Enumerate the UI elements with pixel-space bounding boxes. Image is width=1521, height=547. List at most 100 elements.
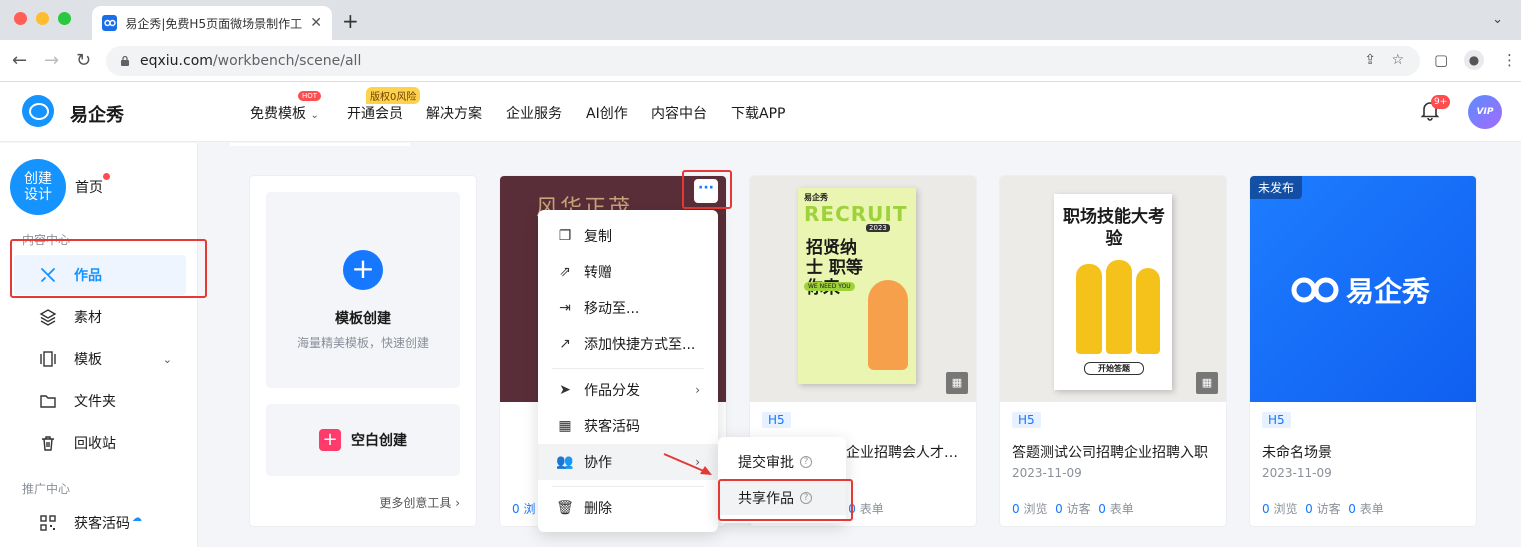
unpublished-badge: 未发布 [1250, 176, 1303, 199]
new-tab-button[interactable]: + [342, 9, 359, 33]
address-bar: ← → ↻ eqxiu.com/workbench/scene/all ⇪ ☆ … [0, 40, 1521, 82]
nav-free-templates[interactable]: 免费模板 ⌄ [250, 103, 319, 123]
nav-enterprise[interactable]: 企业服务 [506, 103, 562, 123]
eqxiu-logo-icon [1291, 277, 1339, 303]
move-folder-icon: ⇥ [559, 300, 571, 316]
work-cover: 职场技能大考验 开始答题 ▦ [1000, 176, 1226, 402]
highlight-share-box [718, 479, 853, 521]
illustration-person [1076, 264, 1102, 354]
menu-item-add-shortcut[interactable]: ↗ 添加快捷方式至... [538, 326, 718, 362]
section-promotion-center: 推广中心 [22, 482, 71, 496]
browser-tab-bar: 易企秀|免费H5页面微场景制作工 ✕ + ⌄ [0, 0, 1521, 40]
sidebar-item-templates[interactable]: 模板 ⌄ [14, 339, 186, 379]
work-card[interactable]: 职场技能大考验 开始答题 ▦ H5 答题测试公司招聘企业招聘入职 2023-11… [1000, 176, 1226, 526]
reload-icon[interactable]: ↻ [76, 50, 91, 71]
minimize-window-button[interactable] [36, 12, 49, 25]
plus-icon: + [343, 250, 383, 290]
qrcode-icon[interactable]: ▦ [1196, 372, 1218, 394]
create-design-button[interactable]: 创建 设计 [10, 159, 66, 215]
card-date: 2023-11-09 [1012, 466, 1082, 480]
notification-count-badge: 9+ [1431, 95, 1451, 109]
work-cover: 易企秀 RECRUIT 2023 招贤纳士 职等你来 WE NEED YOU ▦ [750, 176, 976, 402]
menu-item-transfer[interactable]: ⇗ 转赠 [538, 254, 718, 290]
url-field[interactable]: eqxiu.com/workbench/scene/all ⇪ ☆ [106, 46, 1420, 76]
highlight-more-box [682, 170, 732, 209]
external-link-icon: ⇗ [559, 264, 571, 280]
work-card[interactable]: 易企秀 未发布 H5 未命名场景 2023-11-09 0 浏览 0 访客 0 … [1250, 176, 1476, 526]
nav-solutions[interactable]: 解决方案 [426, 103, 482, 123]
menu-item-delete[interactable]: 🗑 删除 [538, 490, 718, 526]
template-create-button[interactable]: + 模板创建 海量精美模板，快速创建 [266, 192, 460, 388]
trash-icon: 🗑 [556, 500, 574, 516]
copy-icon: ❐ [558, 228, 572, 244]
plus-icon: + [319, 429, 341, 451]
chevron-right-icon: › [695, 383, 700, 397]
main-content: + 模板创建 海量精美模板，快速创建 + 空白创建 更多创意工具 › 风华正茂 … [198, 143, 1521, 547]
app-header: 易企秀 免费模板 ⌄ HOT 开通会员 版权0风险 解决方案 企业服务 AI创作… [0, 82, 1521, 142]
context-menu: ❐ 复制 ⇗ 转赠 ⇥ 移动至... ↗ 添加快捷方式至... ➤ 作品分发 › ▦ 获客活码… [538, 210, 718, 532]
browser-tab[interactable]: 易企秀|免费H5页面微场景制作工 ✕ [92, 6, 332, 40]
chevron-down-icon[interactable]: ⌄ [163, 353, 172, 366]
avatar[interactable]: VIP [1468, 95, 1502, 129]
h5-tag: H5 [1262, 412, 1291, 428]
illustration-person [1106, 260, 1132, 354]
shortcut-icon: ↗ [559, 336, 571, 352]
tab-close-icon[interactable]: ✕ [310, 15, 322, 31]
card-title[interactable]: 未命名场景 [1262, 442, 1466, 462]
layers-icon [38, 307, 58, 327]
menu-item-distribute[interactable]: ➤ 作品分发 › [538, 372, 718, 408]
url-host: eqxiu.com [140, 53, 213, 69]
nav-membership[interactable]: 开通会员 [347, 103, 403, 123]
sidebar-toggle-icon[interactable]: ▢ [1434, 51, 1448, 69]
sidebar-item-recycle-bin[interactable]: 回收站 [14, 423, 186, 463]
sidebar-item-lead-qrcode[interactable]: 获客活码 ☁ [14, 503, 186, 543]
card-date: 2023-11-09 [1262, 466, 1332, 480]
sidebar-item-assets[interactable]: 素材 [14, 297, 186, 337]
illustration-person [1136, 268, 1160, 354]
h5-tag: H5 [1012, 412, 1041, 428]
bookmark-star-icon[interactable]: ☆ [1391, 52, 1404, 68]
card-title[interactable]: 答题测试公司招聘企业招聘入职 [1012, 442, 1216, 462]
create-card: + 模板创建 海量精美模板，快速创建 + 空白创建 更多创意工具 › [250, 176, 476, 526]
blank-create-button[interactable]: + 空白创建 [266, 404, 460, 476]
tab-list-chevron-icon[interactable]: ⌄ [1492, 12, 1503, 27]
forward-icon[interactable]: → [44, 50, 59, 71]
template-create-subtitle: 海量精美模板，快速创建 [296, 336, 429, 350]
qrcode-icon: ▦ [558, 418, 572, 434]
lock-icon [121, 55, 129, 66]
profile-icon[interactable]: ● [1464, 50, 1484, 70]
sidebar-item-home[interactable]: 首页 [75, 177, 103, 197]
more-creative-tools-link[interactable]: 更多创意工具 › [379, 494, 460, 511]
illustration-person [868, 280, 908, 370]
qrcode-icon[interactable]: ▦ [946, 372, 968, 394]
nav-download-app[interactable]: 下载APP [731, 103, 785, 123]
browser-menu-icon[interactable]: ⋮ [1502, 51, 1517, 69]
nav-content-hub[interactable]: 内容中台 [651, 103, 707, 123]
brand-name[interactable]: 易企秀 [70, 101, 124, 127]
nav-ai-create[interactable]: AI创作 [586, 103, 628, 123]
close-window-button[interactable] [14, 12, 27, 25]
copyright-badge: 版权0风险 [366, 87, 421, 104]
sidebar-item-folders[interactable]: 文件夹 [14, 381, 186, 421]
highlight-works-box [10, 239, 207, 298]
tab-title: 易企秀|免费H5页面微场景制作工 [125, 16, 303, 31]
card-stats: 0 浏 [512, 502, 536, 516]
maximize-window-button[interactable] [58, 12, 71, 25]
eqxiu-logo-icon[interactable] [22, 95, 54, 127]
trash-icon [38, 433, 58, 453]
share-icon[interactable]: ⇪ [1364, 52, 1376, 68]
help-icon[interactable]: ? [800, 456, 812, 468]
menu-item-move-to[interactable]: ⇥ 移动至... [538, 290, 718, 326]
menu-item-copy[interactable]: ❐ 复制 [538, 218, 718, 254]
template-icon [38, 349, 58, 369]
unread-dot [103, 173, 110, 180]
template-create-title: 模板创建 [335, 311, 391, 327]
menu-item-lead-qrcode[interactable]: ▦ 获客活码 [538, 408, 718, 444]
folder-icon [38, 391, 58, 411]
eqxiu-favicon-icon [102, 15, 118, 31]
card-stats: 0 浏览 0 访客 0 表单 [1012, 502, 1134, 516]
card-stats: 0 浏览 0 访客 0 表单 [1262, 502, 1384, 516]
back-icon[interactable]: ← [12, 50, 27, 71]
send-icon: ➤ [559, 382, 571, 398]
submenu-item-submit-approval[interactable]: 提交审批? [718, 445, 846, 479]
